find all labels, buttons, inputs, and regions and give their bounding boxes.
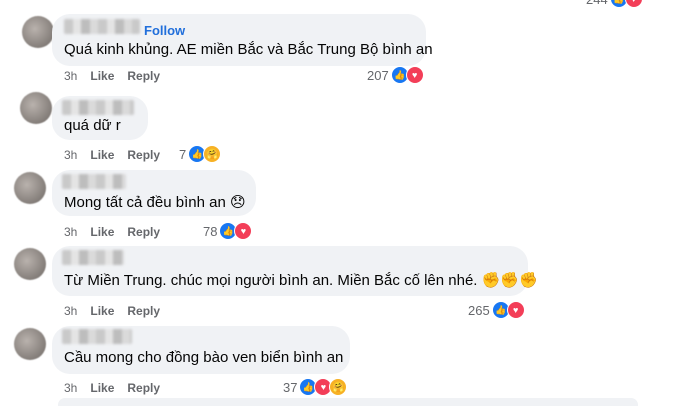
reaction-summary[interactable]: 37 👍 ♥ 🤗 [283, 378, 348, 396]
follow-link[interactable]: Follow [144, 23, 185, 38]
reaction-count: 37 [283, 379, 298, 395]
commenter-name-blurred[interactable] [64, 19, 140, 34]
care-icon: 🤗 [329, 378, 348, 396]
love-icon: ♥ [405, 66, 424, 84]
comment-text: Mong tất cả đều bình an 😞 [64, 194, 246, 211]
reaction-count: 7 [179, 146, 187, 162]
comment-time[interactable]: 3h [64, 304, 77, 318]
comment-actions: 3h Like Reply [64, 225, 173, 239]
commenter-name-blurred[interactable] [62, 174, 126, 189]
reply-button[interactable]: Reply [127, 148, 160, 162]
like-button[interactable]: Like [90, 148, 114, 162]
comment-bubble: quá dữ r [52, 96, 148, 140]
avatar[interactable] [20, 92, 52, 124]
avatar[interactable] [14, 328, 46, 360]
avatar[interactable] [14, 248, 46, 280]
comment-text: Cầu mong cho đồng bào ven biển bình an [64, 349, 344, 366]
comment-time[interactable]: 3h [64, 69, 77, 83]
comment-actions: 3h Like Reply [64, 69, 173, 83]
comments-panel: 244 👍 ♥ Follow Quá kinh khủng. AE miền B… [0, 0, 680, 406]
avatar[interactable] [22, 16, 54, 48]
care-icon: 🤗 [203, 145, 222, 163]
avatar[interactable] [14, 172, 46, 204]
comment-bubble: Cầu mong cho đồng bào ven biển bình an [52, 326, 350, 374]
comment-time[interactable]: 3h [64, 225, 77, 239]
like-button[interactable]: Like [90, 69, 114, 83]
commenter-name-blurred[interactable] [62, 250, 124, 265]
comment-bubble: Follow Quá kinh khủng. AE miền Bắc và Bắ… [52, 14, 433, 66]
reaction-count: 207 [367, 67, 389, 83]
like-button[interactable]: Like [90, 381, 114, 395]
commenter-name-blurred[interactable] [62, 329, 132, 344]
comment-bubble: Mong tất cả đều bình an 😞 [52, 170, 256, 216]
reaction-count: 265 [468, 302, 490, 318]
love-icon: ♥ [234, 222, 253, 240]
comment-actions: 3h Like Reply [64, 304, 173, 318]
reaction-count: 244 [586, 0, 608, 7]
reply-button[interactable]: Reply [127, 304, 160, 318]
commenter-name-blurred[interactable] [62, 100, 134, 115]
comment-bubble: Từ Miền Trung. chúc mọi người bình an. M… [52, 246, 538, 296]
reaction-summary[interactable]: 207 👍 ♥ [367, 66, 424, 84]
reaction-summary[interactable]: 78 👍 ♥ [203, 222, 253, 240]
comment-text: quá dữ r [64, 117, 121, 134]
reaction-summary[interactable]: 7 👍 🤗 [179, 145, 222, 163]
reaction-summary[interactable]: 265 👍 ♥ [468, 301, 525, 319]
partial-reaction-summary[interactable]: 244 👍 ♥ [586, 0, 643, 8]
comment-text: Quá kinh khủng. AE miền Bắc và Bắc Trung… [64, 41, 433, 58]
love-icon: ♥ [506, 301, 525, 319]
reaction-count: 78 [203, 223, 218, 239]
comment-actions: 3h Like Reply [64, 381, 173, 395]
like-button[interactable]: Like [90, 225, 114, 239]
reply-button[interactable]: Reply [127, 225, 160, 239]
reply-button[interactable]: Reply [127, 69, 160, 83]
next-comment-bubble-partial [58, 398, 638, 406]
comment-time[interactable]: 3h [64, 148, 77, 162]
like-button[interactable]: Like [90, 304, 114, 318]
comment-time[interactable]: 3h [64, 381, 77, 395]
love-icon: ♥ [624, 0, 643, 8]
comment-text: Từ Miền Trung. chúc mọi người bình an. M… [64, 272, 538, 289]
comment-actions: 3h Like Reply [64, 148, 173, 162]
reply-button[interactable]: Reply [127, 381, 160, 395]
